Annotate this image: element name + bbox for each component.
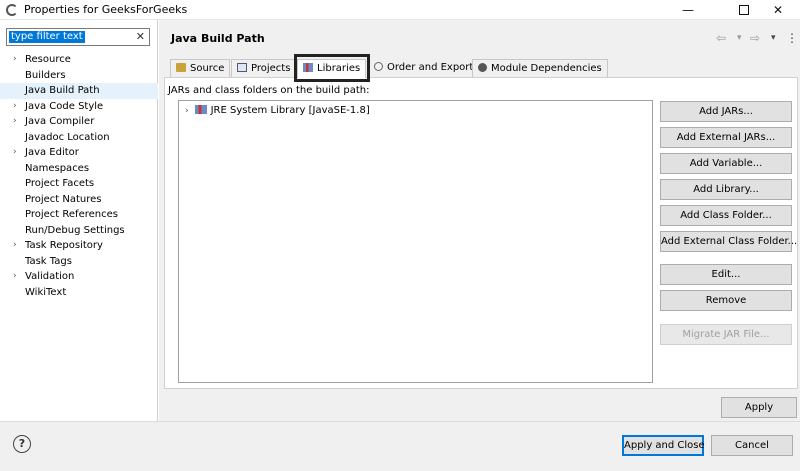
tree-item-label: Project Facets bbox=[25, 178, 95, 189]
migrate-jar-button[interactable]: Migrate JAR File... bbox=[660, 324, 792, 345]
projects-icon bbox=[237, 63, 247, 72]
tree-item-java-code-style[interactable]: › Java Code Style bbox=[0, 99, 158, 115]
filter-input[interactable]: type filter text ✕ bbox=[6, 28, 150, 46]
add-class-folder-button[interactable]: Add Class Folder... bbox=[660, 205, 792, 226]
preferences-tree: › Resource Builders Java Build Path › Java Co… bbox=[0, 52, 158, 300]
tree-item-namespaces[interactable]: Namespaces bbox=[0, 161, 158, 177]
tree-item-label: Java Code Style bbox=[25, 100, 104, 112]
back-dropdown-icon[interactable]: ▾ bbox=[737, 33, 742, 43]
tree-item-java-compiler[interactable]: › Java Compiler bbox=[0, 114, 158, 130]
tab-projects[interactable]: Projects bbox=[231, 59, 297, 77]
expand-chevron-icon[interactable]: › bbox=[13, 114, 17, 130]
eclipse-icon bbox=[6, 4, 18, 16]
tree-item-java-editor[interactable]: › Java Editor bbox=[0, 145, 158, 161]
tree-item-label: Validation bbox=[25, 271, 75, 282]
window-title: Properties for GeeksForGeeks bbox=[24, 3, 188, 16]
module-icon bbox=[478, 63, 487, 72]
clear-filter-icon[interactable]: ✕ bbox=[136, 30, 145, 43]
tree-item-label: Run/Debug Settings bbox=[25, 224, 125, 236]
tree-item-wikitext[interactable]: WikiText bbox=[0, 285, 158, 301]
tree-item-task-tags[interactable]: Task Tags bbox=[0, 254, 158, 270]
libraries-icon bbox=[303, 63, 313, 72]
tab-source[interactable]: Source bbox=[170, 59, 231, 77]
title-bar: Properties for GeeksForGeeks — ✕ bbox=[0, 0, 800, 20]
tree-item-resource[interactable]: › Resource bbox=[0, 52, 158, 68]
tree-item-java-build-path[interactable]: Java Build Path bbox=[0, 83, 158, 99]
library-entry-jre[interactable]: › JRE System Library [JavaSE-1.8] bbox=[185, 105, 370, 116]
apply-button[interactable]: Apply bbox=[721, 397, 797, 418]
add-external-class-folder-button[interactable]: Add External Class Folder... bbox=[660, 231, 797, 252]
tree-item-label: WikiText bbox=[25, 286, 67, 298]
preferences-tree-panel: type filter text ✕ › Resource Builders Java… bbox=[0, 20, 158, 421]
library-jar-icon bbox=[194, 105, 207, 114]
tab-module-dependencies[interactable]: Module Dependencies bbox=[472, 59, 608, 77]
expand-chevron-icon[interactable]: › bbox=[13, 52, 17, 68]
remove-button[interactable]: Remove bbox=[660, 290, 792, 311]
close-button[interactable]: ✕ bbox=[756, 0, 800, 20]
add-jars-button[interactable]: Add JARs... bbox=[660, 101, 792, 122]
tab-libraries[interactable]: Libraries bbox=[297, 59, 367, 78]
expand-chevron-icon[interactable]: › bbox=[185, 106, 189, 116]
maximize-icon bbox=[739, 4, 749, 15]
expand-chevron-icon[interactable]: › bbox=[13, 145, 17, 161]
add-library-button[interactable]: Add Library... bbox=[660, 179, 792, 200]
forward-dropdown-icon[interactable]: ▾ bbox=[771, 33, 776, 43]
add-variable-button[interactable]: Add Variable... bbox=[660, 153, 792, 174]
view-menu-icon[interactable]: ⋮ bbox=[786, 31, 798, 45]
forward-arrow-icon[interactable]: ⇨ bbox=[750, 31, 760, 45]
apply-and-close-button[interactable]: Apply and Close bbox=[622, 435, 705, 456]
tree-item-label: Project Natures bbox=[25, 193, 102, 205]
add-external-jars-button[interactable]: Add External JARs... bbox=[660, 127, 792, 148]
tree-item-label: Resource bbox=[25, 54, 71, 65]
back-arrow-icon[interactable]: ⇦ bbox=[716, 31, 726, 45]
tree-item-validation[interactable]: › Validation bbox=[0, 269, 158, 285]
tree-item-javadoc-location[interactable]: Javadoc Location bbox=[0, 130, 158, 146]
page-title: Java Build Path bbox=[171, 32, 265, 45]
tree-item-builders[interactable]: Builders bbox=[0, 68, 158, 84]
tree-item-label: Java Build Path bbox=[25, 85, 100, 96]
expand-chevron-icon[interactable]: › bbox=[13, 238, 17, 254]
source-folder-icon bbox=[176, 63, 186, 72]
tab-order-export[interactable]: Order and Export bbox=[369, 59, 478, 77]
tree-item-label: Javadoc Location bbox=[25, 131, 110, 143]
order-export-icon bbox=[374, 62, 383, 71]
tree-item-label: Builders bbox=[25, 69, 66, 81]
expand-chevron-icon[interactable]: › bbox=[13, 99, 17, 115]
expand-chevron-icon[interactable]: › bbox=[13, 269, 17, 285]
libraries-tree[interactable]: › JRE System Library [JavaSE-1.8] bbox=[178, 100, 653, 383]
edit-button[interactable]: Edit... bbox=[660, 264, 792, 285]
minimize-button[interactable]: — bbox=[666, 0, 710, 20]
tree-item-project-references[interactable]: Project References bbox=[0, 207, 158, 223]
page-header: Java Build Path ⇦ ▾ ⇨ ▾ ⋮ bbox=[159, 20, 800, 58]
tree-item-label: Task Repository bbox=[25, 240, 103, 251]
tree-item-label: Namespaces bbox=[25, 162, 90, 174]
tree-item-project-facets[interactable]: Project Facets bbox=[0, 176, 158, 192]
tree-item-project-natures[interactable]: Project Natures bbox=[0, 192, 158, 208]
tree-item-label: Project References bbox=[25, 209, 118, 220]
tree-item-label: Java Editor bbox=[25, 147, 79, 158]
tree-item-task-repository[interactable]: › Task Repository bbox=[0, 238, 158, 254]
tree-item-run-debug-settings[interactable]: Run/Debug Settings bbox=[0, 223, 158, 239]
filter-text: type filter text bbox=[9, 31, 85, 43]
libraries-description: JARs and class folders on the build path… bbox=[168, 85, 370, 96]
help-icon[interactable]: ? bbox=[13, 435, 31, 453]
cancel-button[interactable]: Cancel bbox=[711, 435, 793, 456]
tree-item-label: Task Tags bbox=[25, 255, 72, 267]
tree-item-label: Java Compiler bbox=[25, 116, 95, 127]
